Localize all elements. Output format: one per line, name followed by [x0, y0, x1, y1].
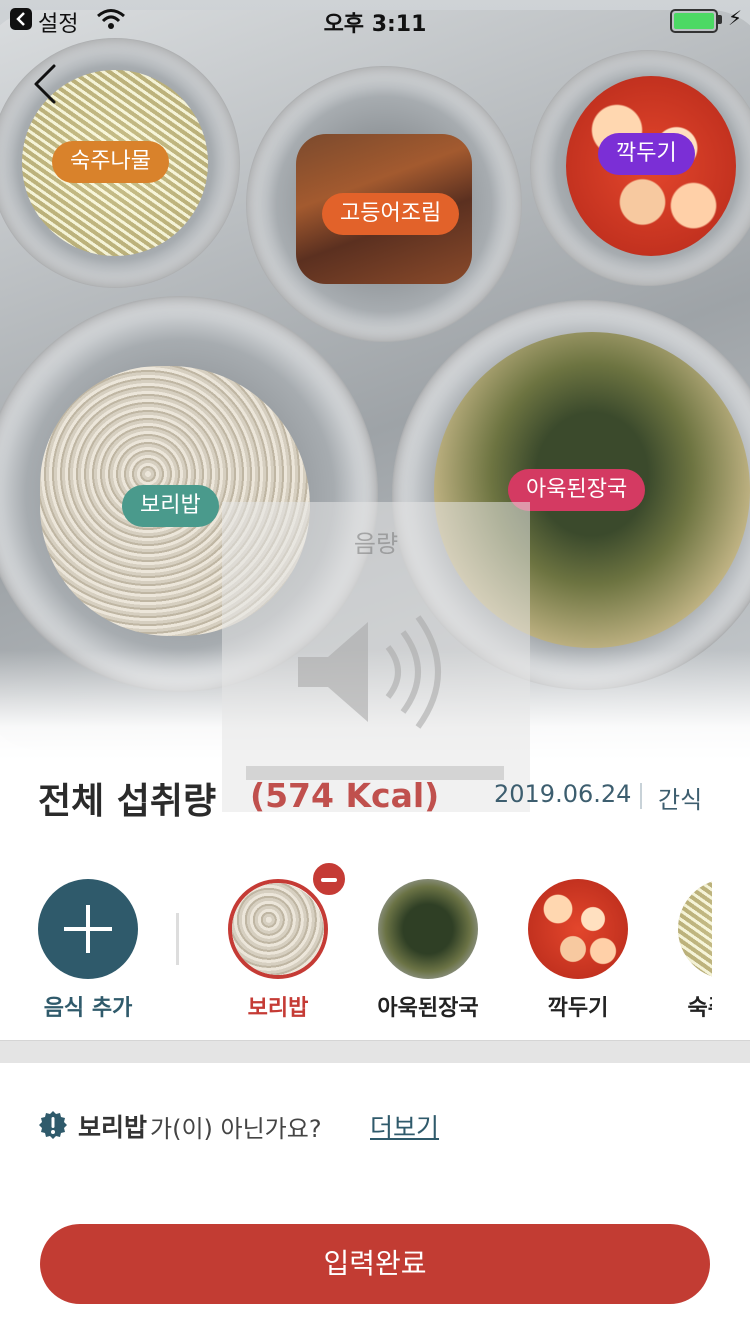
food-item[interactable]: 숙주나물 — [650, 860, 712, 1030]
food-item-label: 숙주나물 — [687, 996, 712, 1021]
question-food: 보리밥 — [78, 1113, 148, 1142]
items-divider — [176, 913, 179, 965]
charging-icon: ⚡ — [728, 6, 743, 30]
food-item-list[interactable]: 보리밥 아욱된장국 깍두기 숙주나물 — [200, 860, 712, 1030]
food-item-label: 보리밥 — [247, 996, 309, 1021]
add-food-button[interactable] — [38, 879, 138, 979]
battery-icon — [670, 9, 718, 33]
remove-icon[interactable] — [310, 860, 348, 898]
section-divider — [0, 1040, 750, 1063]
submit-button[interactable]: 입력완료 — [40, 1224, 710, 1304]
question-text: 가(이) 아닌가요? — [150, 1115, 322, 1143]
tag-sprouts[interactable]: 숙주나물 — [52, 141, 169, 183]
more-link[interactable]: 더보기 — [370, 1108, 439, 1144]
alert-icon — [39, 1111, 67, 1139]
food-item[interactable]: 보리밥 — [200, 860, 350, 1030]
food-thumbnail[interactable] — [378, 879, 478, 979]
status-bar: 설정 오후 3:11 ⚡ — [0, 0, 750, 40]
volume-label: 음량 — [353, 530, 399, 558]
back-icon[interactable] — [28, 62, 72, 106]
meal-type[interactable]: 간식 — [658, 780, 702, 815]
food-thumbnail[interactable] — [678, 879, 712, 979]
speaker-icon — [298, 615, 441, 729]
tag-fish[interactable]: 고등어조림 — [322, 193, 460, 235]
tag-kimchi[interactable]: 깍두기 — [598, 133, 695, 175]
total-kcal: (574 Kcal) — [250, 776, 440, 815]
tag-rice[interactable]: 보리밥 — [122, 485, 219, 527]
food-item[interactable]: 깍두기 — [500, 860, 650, 1030]
food-thumbnail[interactable] — [528, 879, 628, 979]
meal-date[interactable]: 2019.06.24 — [494, 780, 631, 808]
volume-overlay: 음량 — [222, 502, 530, 812]
plus-icon — [64, 905, 112, 953]
food-item-label: 아욱된장국 — [377, 996, 479, 1021]
food-item[interactable]: 아욱된장국 — [350, 860, 500, 1030]
status-time: 오후 3:11 — [323, 12, 427, 37]
total-intake-title: 전체 섭취량 — [38, 781, 217, 822]
divider — [640, 783, 642, 809]
food-item-label: 깍두기 — [547, 996, 609, 1021]
food-thumbnail[interactable] — [228, 879, 328, 979]
add-food-label[interactable]: 음식 추가 — [38, 990, 138, 1022]
